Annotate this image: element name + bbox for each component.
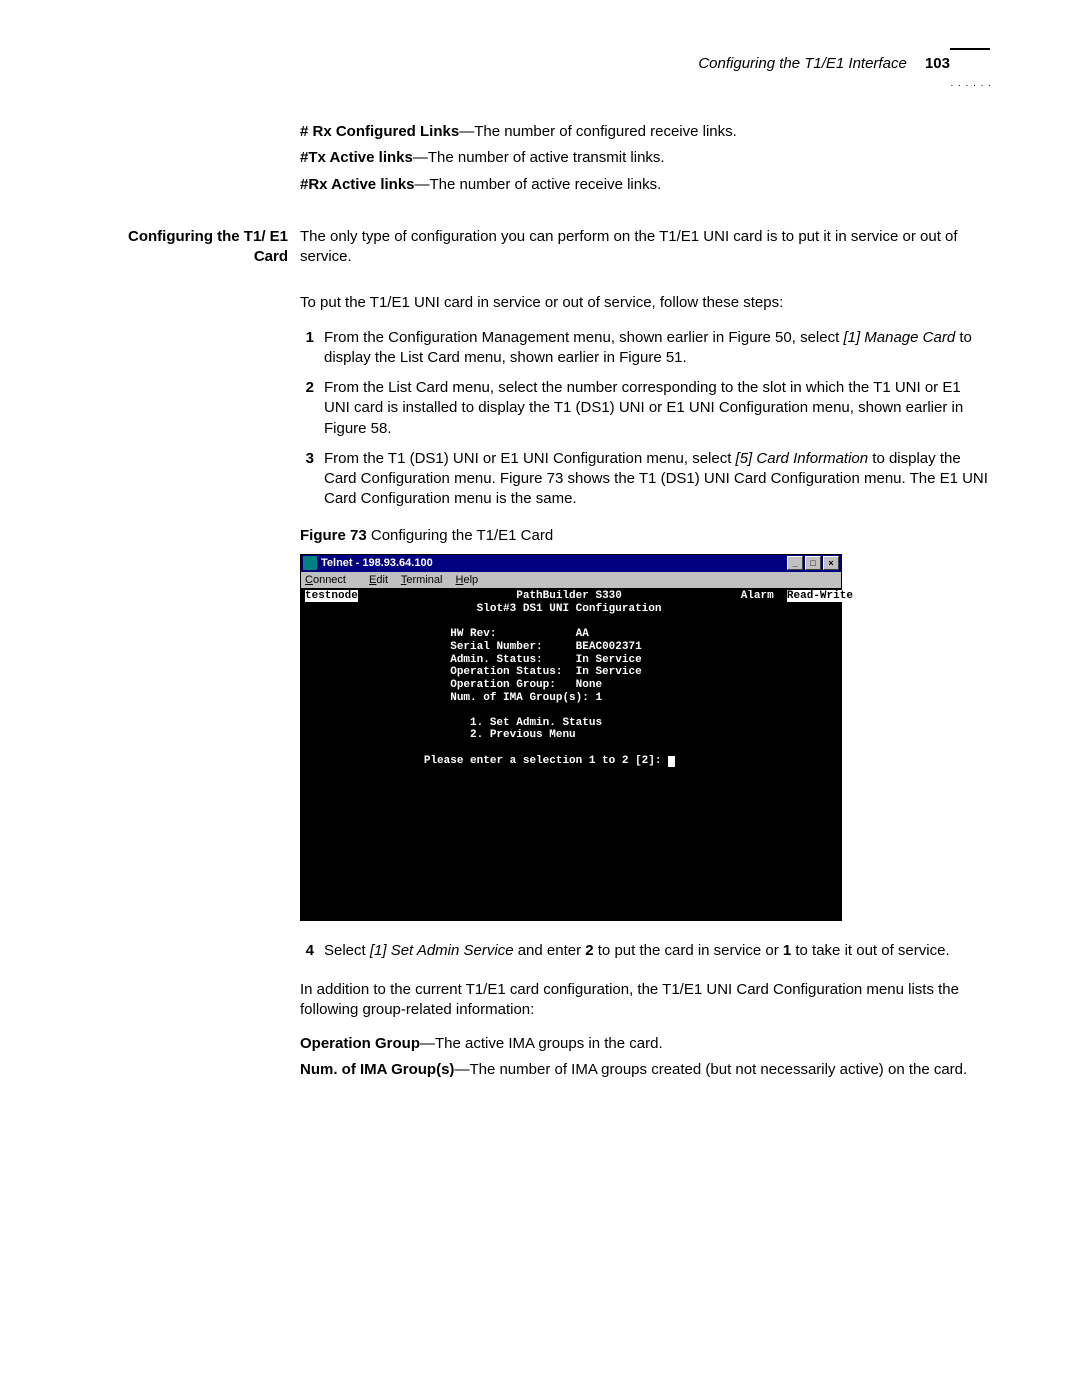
minimize-button[interactable]: _ bbox=[787, 556, 803, 570]
def-term: #Rx Active links bbox=[300, 176, 415, 193]
step-4: Select [1] Set Admin Service and enter 2… bbox=[300, 941, 990, 961]
def-term: Operation Group bbox=[300, 1035, 420, 1052]
section-title: Configuring the T1/E1 Interface bbox=[698, 55, 906, 72]
menu-edit[interactable]: Edit bbox=[369, 574, 388, 586]
figure-caption-text: Configuring the T1/E1 Card bbox=[367, 527, 554, 544]
node-name: testnode bbox=[305, 590, 358, 602]
cursor bbox=[668, 756, 675, 767]
menu-terminal[interactable]: Terminal bbox=[401, 574, 443, 586]
app-icon bbox=[303, 556, 317, 570]
figure-caption: Figure 73 Configuring the T1/E1 Card bbox=[300, 526, 990, 546]
tail-para: In addition to the current T1/E1 card co… bbox=[300, 980, 990, 1021]
telnet-window: Telnet - 198.93.64.100 _ □ × Connect Edi… bbox=[300, 554, 842, 922]
def-desc: —The number of active receive links. bbox=[415, 176, 662, 193]
step-2: From the List Card menu, select the numb… bbox=[300, 378, 990, 439]
intro-para-2: To put the T1/E1 UNI card in service or … bbox=[300, 293, 990, 313]
step-3: From the T1 (DS1) UNI or E1 UNI Configur… bbox=[300, 449, 990, 510]
window-title: Telnet - 198.93.64.100 bbox=[321, 556, 787, 571]
intro-para-1: The only type of configuration you can p… bbox=[300, 227, 990, 268]
def-term: #Tx Active links bbox=[300, 149, 413, 166]
page: . . . . . . Configuring the T1/E1 Interf… bbox=[0, 0, 1080, 1147]
def-desc: —The number of IMA groups created (but n… bbox=[454, 1061, 967, 1078]
menu-connect[interactable]: Connect bbox=[305, 574, 356, 586]
step-1: From the Configuration Management menu, … bbox=[300, 328, 990, 369]
menu-help[interactable]: Help bbox=[456, 574, 479, 586]
close-button[interactable]: × bbox=[823, 556, 839, 570]
menu-bar: Connect Edit Terminal Help bbox=[301, 572, 841, 589]
def-desc: —The number of active transmit links. bbox=[413, 149, 665, 166]
definitions-top: # Rx Configured Links—The number of conf… bbox=[300, 122, 990, 201]
def-desc: —The number of configured receive links. bbox=[459, 123, 737, 140]
steps-list: From the Configuration Management menu, … bbox=[300, 328, 990, 510]
figure-label: Figure 73 bbox=[300, 527, 367, 544]
def-term: # Rx Configured Links bbox=[300, 123, 459, 140]
maximize-button[interactable]: □ bbox=[805, 556, 821, 570]
def-desc: —The active IMA groups in the card. bbox=[420, 1035, 663, 1052]
steps-list-cont: Select [1] Set Admin Service and enter 2… bbox=[300, 941, 990, 961]
terminal-output[interactable]: testnode PathBuilder S330 Alarm Read-Wri… bbox=[301, 588, 841, 920]
page-number: 103 bbox=[925, 55, 950, 72]
header-rule bbox=[950, 48, 990, 50]
def-term: Num. of IMA Group(s) bbox=[300, 1061, 454, 1078]
header-dots: . . . . . . bbox=[950, 78, 992, 89]
window-titlebar[interactable]: Telnet - 198.93.64.100 _ □ × bbox=[301, 555, 841, 572]
section-sidehead: Configuring the T1/ E1 Card bbox=[90, 227, 300, 268]
running-header: Configuring the T1/E1 Interface 103 bbox=[90, 55, 990, 72]
